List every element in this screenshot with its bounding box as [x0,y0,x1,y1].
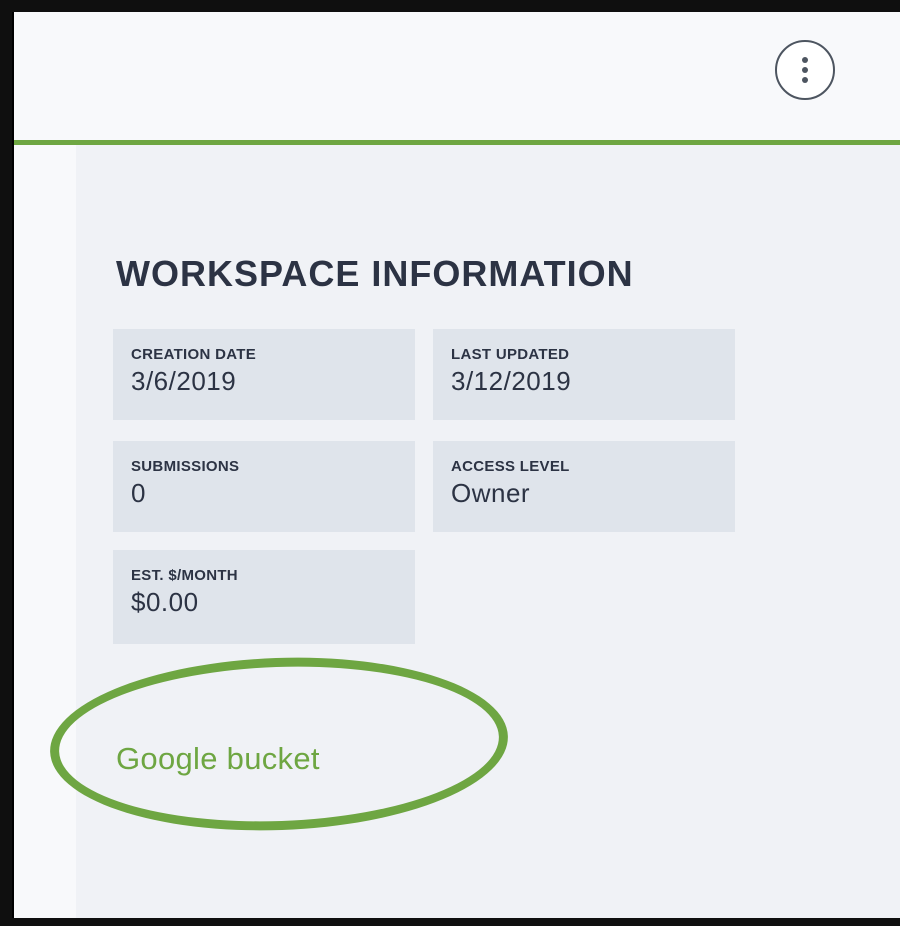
est-monthly-cost-card: EST. $/MONTH $0.00 [113,550,415,644]
access-level-label: ACCESS LEVEL [451,458,570,475]
left-gutter [12,145,76,918]
submissions-label: SUBMISSIONS [131,458,240,475]
est-monthly-cost-label: EST. $/MONTH [131,567,238,584]
kebab-menu-icon [802,57,808,83]
submissions-value: 0 [131,478,146,508]
est-monthly-cost-value: $0.00 [131,587,199,617]
last-updated-card: LAST UPDATED 3/12/2019 [433,329,735,420]
last-updated-label: LAST UPDATED [451,346,570,363]
panel-header [12,12,900,145]
workspace-info-section: WORKSPACE INFORMATION CREATION DATE 3/6/… [47,145,900,918]
last-updated-value: 3/12/2019 [451,366,572,396]
creation-date-value: 3/6/2019 [131,366,237,396]
workspace-panel: WORKSPACE INFORMATION CREATION DATE 3/6/… [12,12,900,918]
creation-date-label: CREATION DATE [131,346,257,363]
google-bucket-link[interactable]: Google bucket [116,741,320,777]
section-title: WORKSPACE INFORMATION [116,253,634,294]
creation-date-card: CREATION DATE 3/6/2019 [113,329,415,420]
more-options-button[interactable] [775,40,835,100]
access-level-card: ACCESS LEVEL Owner [433,441,735,532]
access-level-value: Owner [451,478,531,508]
submissions-card: SUBMISSIONS 0 [113,441,415,532]
left-border [12,12,14,918]
